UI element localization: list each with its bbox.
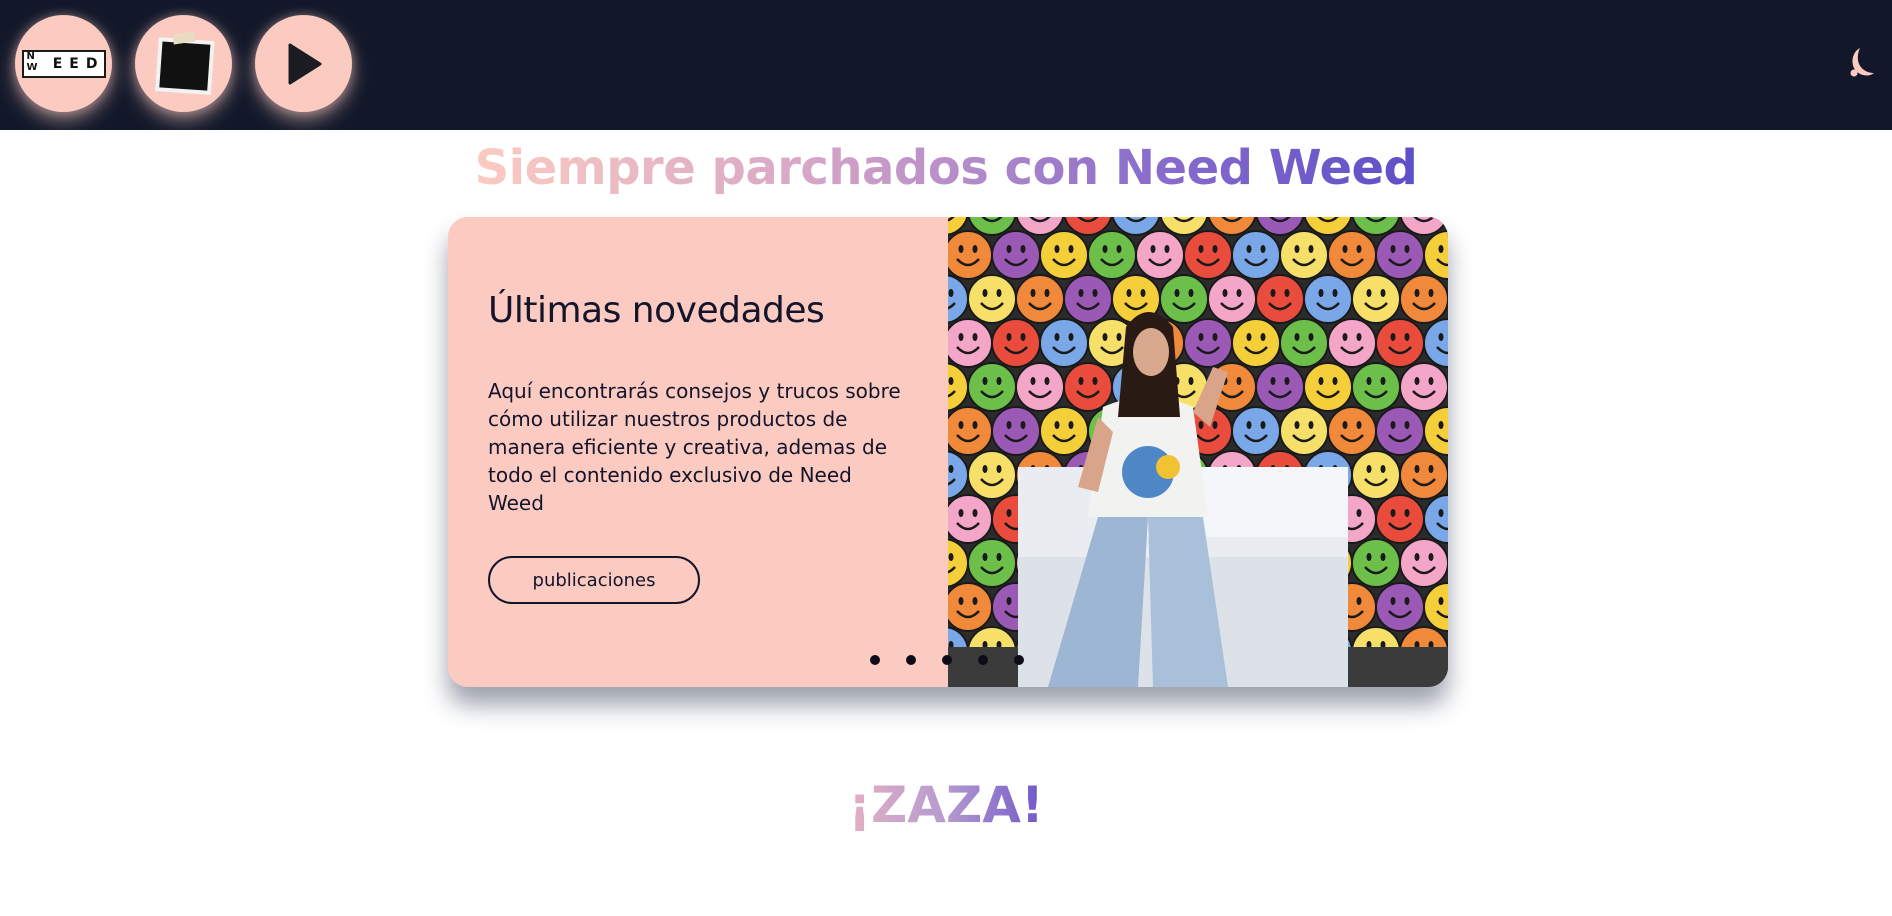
section-title: ¡ZAZA! xyxy=(848,776,1044,834)
carousel-dot-3[interactable] xyxy=(942,655,952,665)
carousel-dot-1[interactable] xyxy=(870,655,880,665)
news-carousel-card: Últimas novedades Aquí encontrarás conse… xyxy=(448,217,1448,687)
photo-note-icon xyxy=(154,31,215,95)
smiley-wall-photo xyxy=(948,217,1448,687)
play-icon xyxy=(288,43,321,84)
need-weed-logo-icon: NW E E D xyxy=(21,49,106,78)
photo-note-button[interactable] xyxy=(135,15,232,112)
carousel-dot-2[interactable] xyxy=(906,655,916,665)
logo-letter: E xyxy=(52,55,63,72)
theme-toggle-button[interactable] xyxy=(1846,46,1876,80)
carousel-dots xyxy=(870,655,1024,665)
moon-icon xyxy=(1850,48,1874,77)
play-button[interactable] xyxy=(255,15,352,112)
logo-corner-letters: NW xyxy=(26,50,38,73)
carousel-dot-5[interactable] xyxy=(1014,655,1024,665)
card-text-panel: Últimas novedades Aquí encontrarás conse… xyxy=(448,217,948,687)
photo-illustration xyxy=(948,217,1448,687)
card-description: Aquí encontrarás consejos y trucos sobre… xyxy=(488,379,901,515)
logo-letter: D xyxy=(85,55,98,72)
logo-letter: E xyxy=(69,55,79,72)
carousel-dot-4[interactable] xyxy=(978,655,988,665)
page-headline: Siempre parchados con Need Weed xyxy=(474,140,1418,196)
top-navigation-bar: NW E E D xyxy=(0,0,1892,130)
need-weed-logo-button[interactable]: NW E E D xyxy=(15,15,112,112)
card-title: Últimas novedades xyxy=(488,290,825,331)
publications-button[interactable]: publicaciones xyxy=(488,556,700,604)
